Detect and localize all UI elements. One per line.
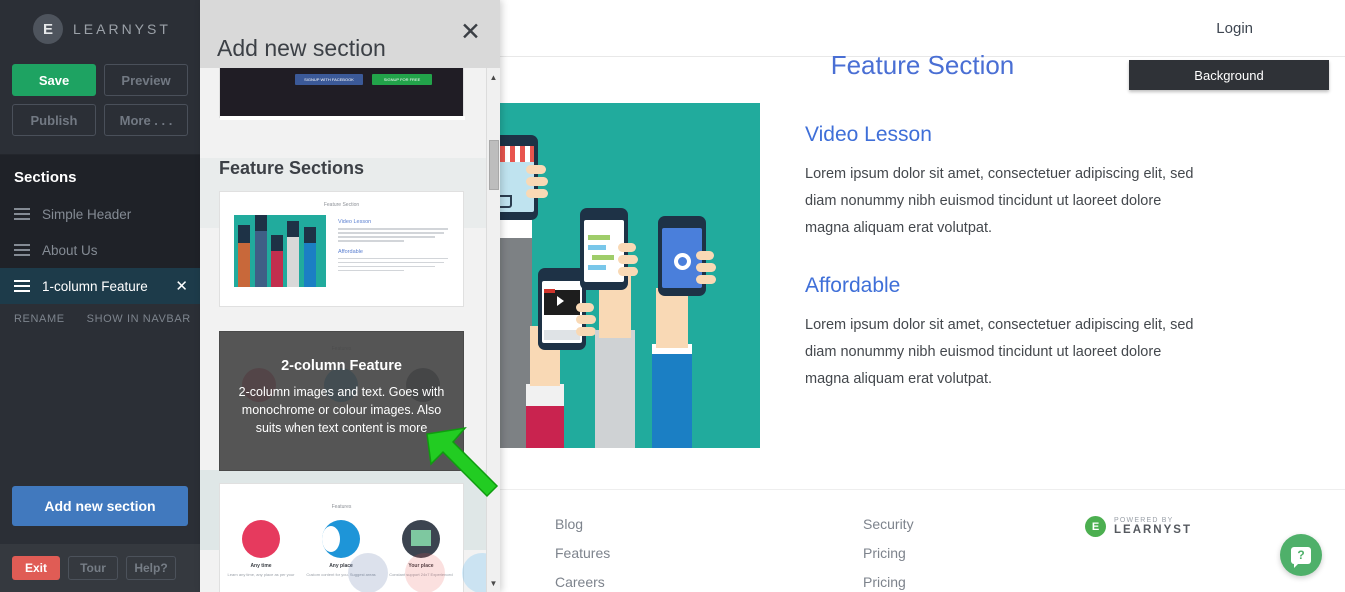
sidebar-item-label: About Us [42,242,98,258]
sections-list: Simple Header About Us 1-column Feature … [0,196,200,304]
powered-by-name: LEARNYST [1114,524,1192,536]
thumb-item-label-1: Any time [250,563,272,569]
sidebar-bottom-bar: Exit Tour Help? [0,544,200,592]
footer-link-careers[interactable]: Careers [555,574,610,590]
sidebar-item-label: Simple Header [42,206,132,222]
drag-handle-icon[interactable] [14,277,30,295]
powered-by-label: POWERED BY [1114,517,1174,524]
social-ghost-google-icon [405,553,445,592]
save-button[interactable]: Save [12,64,96,96]
block-heading-2: Affordable [805,274,901,297]
more-button[interactable]: More . . . [104,104,188,136]
exit-button[interactable]: Exit [12,556,60,580]
social-ghost-facebook-icon [348,553,388,592]
close-icon[interactable]: ✕ [460,20,481,45]
rename-button[interactable]: RENAME [14,313,65,325]
thumb-title: Feature Section [323,202,360,208]
social-ghost-twitter-icon [462,553,486,592]
section-sub-actions: RENAME SHOW IN NAVBAR [0,304,200,334]
mouse-cursor-arrow-icon [426,426,499,498]
site-footer: Blog Features Careers Security Pricing P… [500,489,1345,592]
powered-by-learnyst: E POWERED BY LEARNYST [1085,516,1192,537]
feature-section-body: Video Lesson Lorem ipsum dolor sit amet,… [500,103,1345,448]
footer-column-2: Security Pricing Pricing [863,516,914,592]
hero-illustration-phones [500,103,760,448]
sidebar-item-label: 1-column Feature [42,278,148,294]
section-card-1-column-feature[interactable]: Feature Section Video Lesson Affordable [219,191,464,307]
thumbnail-card-banner[interactable]: SIGNUP WITH FACEBOOK SIGNUP FOR FREE [219,68,465,120]
preview-button[interactable]: Preview [104,64,188,96]
editor-action-buttons: Save Preview Publish More . . . [12,64,188,136]
footer-link-pricing-2[interactable]: Pricing [863,574,914,590]
page-title: Feature Section [830,50,1015,80]
add-new-section-button[interactable]: Add new section [12,486,188,526]
modal-title: Add new section [217,35,386,61]
publish-button[interactable]: Publish [12,104,96,136]
thumb-item-desc-1: Learn any time, any place as per your [227,572,295,577]
login-link[interactable]: Login [1216,20,1253,37]
sections-heading: Sections [0,155,200,196]
footer-link-security[interactable]: Security [863,516,914,532]
add-new-section-modal: SIGNUP WITH FACEBOOK SIGNUP FOR FREE Fea… [200,0,500,592]
block-body-1: Lorem ipsum dolor sit amet, consectetuer… [805,166,1194,236]
tour-button[interactable]: Tour [68,556,118,580]
block-heading-1: Video Lesson [805,123,932,146]
brand-name: LEARNYST [73,21,171,37]
site-topnav: Login [500,0,1345,57]
signup-free-chip: SIGNUP FOR FREE [372,74,432,85]
question-bubble-icon: ? [1291,546,1311,568]
footer-link-pricing-1[interactable]: Pricing [863,545,914,561]
feature-text-column: Video Lesson Lorem ipsum dolor sit amet,… [805,103,1205,448]
help-chat-button[interactable]: ? [1280,534,1322,576]
thumb-heading-2: Affordable [338,248,363,255]
facebook-signup-chip: SIGNUP WITH FACEBOOK [295,74,363,85]
drag-handle-icon[interactable] [14,205,30,223]
sidebar-item-1-column-feature[interactable]: 1-column Feature ✕ [0,268,200,304]
group-title-feature-sections: Feature Sections [219,158,365,178]
scroll-up-icon[interactable]: ▲ [487,70,500,84]
app-root: Login Background Feature Section Video L… [0,0,1345,592]
modal-header: Add new section ✕ [200,0,500,68]
editor-sidebar: E LEARNYST Save Preview Publish More . .… [0,0,200,592]
learnyst-badge-icon: E [1085,516,1106,537]
block-body-2: Lorem ipsum dolor sit amet, consectetuer… [805,317,1194,387]
card-overlay-description: 2-column images and text. Goes with mono… [238,385,445,435]
scrollbar-thumb[interactable] [489,140,499,190]
thumb-title: Features [331,504,352,510]
add-section-wrapper: Add new section [0,486,200,526]
modal-scroll-area[interactable]: SIGNUP WITH FACEBOOK SIGNUP FOR FREE Fea… [200,68,486,592]
footer-column-1: Blog Features Careers [555,516,610,592]
modal-scrollbar[interactable]: ▲ ▼ [486,68,500,592]
footer-link-blog[interactable]: Blog [555,516,610,532]
thumb-heading-1: Video Lesson [338,219,372,225]
card-overlay-title: 2-column Feature [281,358,402,374]
remove-section-icon[interactable]: ✕ [175,277,188,295]
show-in-navbar-button[interactable]: SHOW IN NAVBAR [87,313,191,325]
thumbnail-1-column-feature: Feature Section Video Lesson Affordable [220,192,463,306]
sidebar-item-simple-header[interactable]: Simple Header [0,196,200,232]
scroll-down-icon[interactable]: ▼ [487,576,500,590]
learnyst-logo-icon: E [33,14,63,44]
footer-link-features[interactable]: Features [555,545,610,561]
drag-handle-icon[interactable] [14,241,30,259]
brand: E LEARNYST [0,0,200,44]
help-button[interactable]: Help? [126,556,176,580]
sidebar-item-about-us[interactable]: About Us [0,232,200,268]
